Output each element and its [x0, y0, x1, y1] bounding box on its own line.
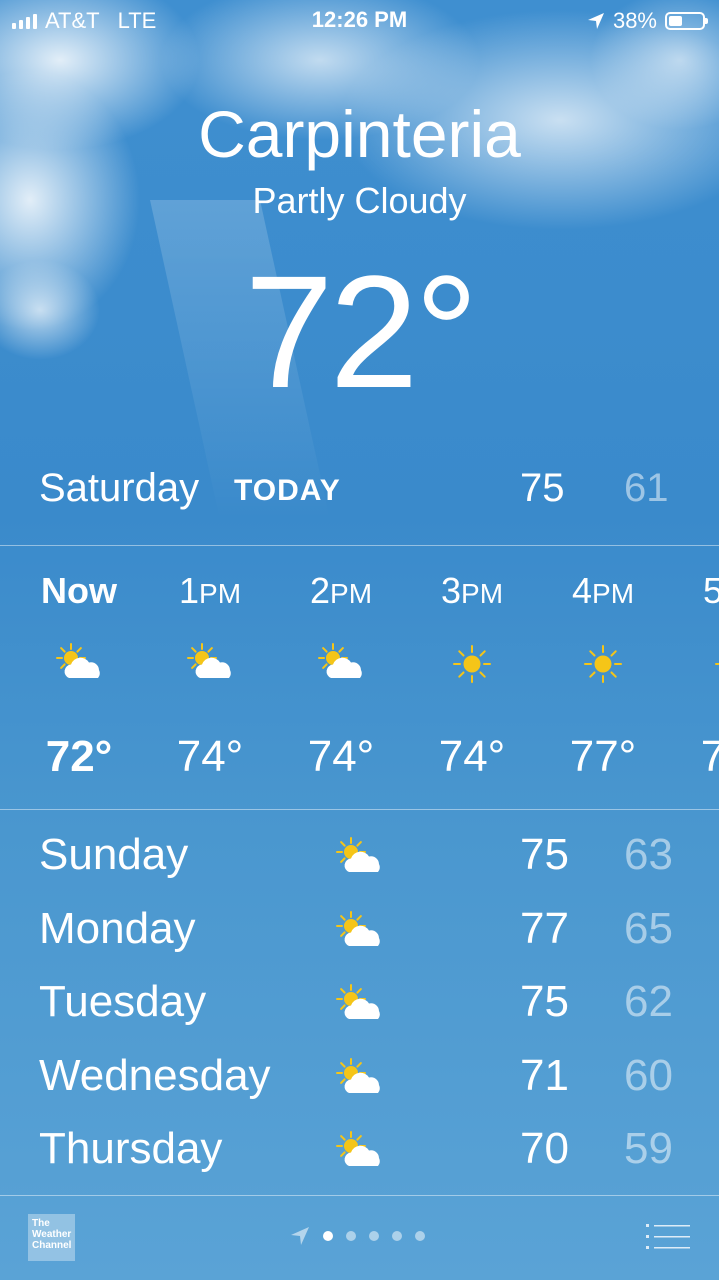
- today-tag: TODAY: [234, 474, 341, 507]
- partly-cloudy-icon: [53, 642, 105, 686]
- hourly-time: 5PM: [702, 570, 719, 611]
- hourly-time: 2PM: [309, 570, 373, 611]
- page-dot[interactable]: [415, 1231, 425, 1241]
- sun-icon: [708, 642, 719, 686]
- hourly-temp: 74°: [438, 732, 506, 781]
- daily-high: 71: [520, 1050, 569, 1100]
- daily-row: Sunday 75 63: [0, 828, 719, 892]
- daily-low: 65: [624, 903, 673, 953]
- partly-cloudy-icon: [333, 1057, 385, 1101]
- daily-low: 62: [624, 977, 673, 1026]
- location-arrow-icon: [587, 13, 604, 29]
- page-dot[interactable]: [346, 1231, 356, 1241]
- today-high: 75: [520, 466, 565, 510]
- daily-high: 77: [520, 903, 569, 953]
- partly-cloudy-icon: [333, 836, 385, 880]
- sun-icon: [577, 642, 629, 686]
- current-condition: Partly Cloudy: [252, 180, 467, 221]
- current-temperature: 72°: [244, 242, 479, 421]
- hourly-temp: 74°: [307, 732, 375, 781]
- page-dot[interactable]: [323, 1231, 333, 1241]
- sun-icon: [446, 642, 498, 686]
- partly-cloudy-icon: [333, 983, 385, 1027]
- today-day: Saturday: [39, 466, 200, 510]
- daily-row: Monday 77 65: [0, 902, 719, 966]
- daily-low: 63: [624, 830, 673, 879]
- hourly-temp: 74°: [176, 732, 244, 781]
- hourly-temp: 77°: [569, 732, 637, 781]
- daily-day: Tuesday: [39, 977, 207, 1026]
- daily-day: Wednesday: [39, 1050, 271, 1100]
- hourly-time: 3PM: [440, 570, 504, 611]
- daily-day: Thursday: [39, 1124, 223, 1173]
- today-low: 61: [624, 466, 669, 510]
- page-dot[interactable]: [369, 1231, 379, 1241]
- partly-cloudy-icon: [333, 910, 385, 954]
- partly-cloudy-icon: [184, 642, 236, 686]
- hourly-forecast-scroller[interactable]: Now 72° 1PM 74° 2PM 74° 3PM 74° 4PM 77° 5PM 7…: [0, 546, 719, 809]
- page-dot[interactable]: [392, 1231, 402, 1241]
- city-name: Carpinteria: [198, 97, 521, 171]
- location-arrow-icon: [291, 1227, 309, 1245]
- hourly-time: 1PM: [178, 570, 242, 611]
- hourly-time: Now: [41, 570, 117, 611]
- daily-row: Wednesday 71 60: [0, 1049, 719, 1113]
- bottom-toolbar: The Weather Channel: [0, 1196, 719, 1280]
- partly-cloudy-icon: [333, 1130, 385, 1174]
- hourly-temp: 72°: [45, 732, 113, 781]
- daily-row: Tuesday 75 62: [0, 975, 719, 1039]
- battery-percent: 38%: [612, 8, 657, 33]
- page-indicator[interactable]: [290, 1226, 425, 1246]
- hourly-time: 4PM: [571, 570, 635, 611]
- daily-high: 75: [520, 830, 569, 879]
- daily-day: Monday: [39, 903, 196, 953]
- daily-high: 75: [520, 977, 569, 1026]
- weather-channel-logo[interactable]: The Weather Channel: [28, 1214, 75, 1261]
- hourly-temp: 77°: [700, 732, 719, 781]
- daily-low: 60: [624, 1050, 673, 1100]
- today-summary: Saturday TODAY 75 61: [0, 466, 719, 526]
- daily-high: 70: [520, 1124, 569, 1173]
- daily-low: 59: [624, 1124, 673, 1173]
- battery-icon: [665, 12, 708, 30]
- daily-row: Thursday 70 59: [0, 1122, 719, 1186]
- divider: [0, 809, 719, 810]
- daily-day: Sunday: [39, 830, 189, 879]
- city-list-icon[interactable]: [646, 1222, 690, 1252]
- partly-cloudy-icon: [315, 642, 367, 686]
- status-bar: AT&T LTE 12:26 PM 38%: [0, 0, 719, 40]
